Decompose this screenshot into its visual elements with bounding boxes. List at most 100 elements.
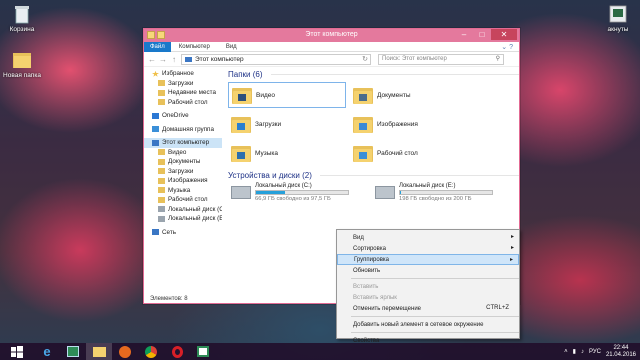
nav-item[interactable]: Загрузки xyxy=(144,167,222,177)
nav-item[interactable]: Домашняя группа xyxy=(144,125,222,135)
application-icon xyxy=(607,4,629,24)
nav-item-label: Рабочий стол xyxy=(168,98,208,106)
context-menu-item[interactable]: Отменить перемещение CTRL+Z xyxy=(337,303,519,314)
desktop-icon-shortcut[interactable]: акнуты xyxy=(596,4,640,33)
back-button[interactable]: ← xyxy=(148,55,156,64)
opera-icon[interactable] xyxy=(164,343,190,360)
submenu-arrow-icon: ▸ xyxy=(510,245,514,251)
desktop-icon-label: Корзина xyxy=(9,26,35,33)
network-icon[interactable]: ▮ xyxy=(573,348,576,355)
folder-item[interactable]: Рабочий стол xyxy=(350,140,468,166)
forward-button[interactable]: → xyxy=(159,55,167,64)
folder-icon xyxy=(232,86,252,104)
nav-item-label: OneDrive xyxy=(162,112,189,120)
chrome-icon[interactable] xyxy=(138,343,164,360)
tab-computer[interactable]: Компьютер xyxy=(171,44,218,50)
up-button[interactable]: ↑ xyxy=(170,55,178,64)
camtasia-icon[interactable] xyxy=(60,343,86,360)
drive-item[interactable]: Локальный диск (E:) 198 ГБ свободно из 20… xyxy=(375,183,493,202)
nav-item[interactable]: Рабочий стол xyxy=(144,195,222,205)
folder-item[interactable]: Документы xyxy=(350,82,468,108)
nav-item[interactable]: Музыка xyxy=(144,186,222,196)
internet-explorer-icon[interactable]: e xyxy=(34,343,60,360)
folder-icon xyxy=(231,144,251,162)
windows-logo-icon xyxy=(11,345,23,358)
tab-file[interactable]: Файл xyxy=(144,41,171,52)
nav-item[interactable]: Документы xyxy=(144,157,222,167)
menu-separator xyxy=(351,332,519,333)
computer-icon xyxy=(185,56,192,62)
drive-usage-bar xyxy=(255,190,349,195)
folder-icon xyxy=(353,144,373,162)
nav-item[interactable]: Избранное xyxy=(144,69,222,79)
close-button[interactable]: ✕ xyxy=(491,29,517,40)
folder-item[interactable]: Загрузки xyxy=(228,111,346,137)
context-menu-item[interactable]: Обновить xyxy=(337,265,519,276)
menu-item-label: Вставить xyxy=(353,283,379,290)
nav-item[interactable]: Этот компьютер xyxy=(144,138,222,148)
search-icon: ⚲ xyxy=(495,55,500,62)
drive-item[interactable]: Локальный диск (C:) 66,9 ГБ свободно из 9… xyxy=(231,183,349,202)
folder-icon xyxy=(152,139,159,146)
nav-item[interactable]: OneDrive xyxy=(144,111,222,121)
network-icon xyxy=(152,229,159,236)
ribbon: Файл Компьютер Вид ⌄ ? xyxy=(144,41,519,52)
star-icon xyxy=(152,70,159,77)
folder-icon xyxy=(152,126,159,133)
context-menu-item[interactable]: Сортировка ▸ xyxy=(337,243,519,254)
nav-item[interactable]: Рабочий стол xyxy=(144,98,222,108)
firefox-icon[interactable] xyxy=(112,343,138,360)
tab-view[interactable]: Вид xyxy=(218,44,245,50)
camtasia-recorder-icon[interactable] xyxy=(190,343,216,360)
nav-item[interactable]: Изображения xyxy=(144,176,222,186)
folder-icon xyxy=(158,196,165,203)
drive-label: Локальный диск (E:) xyxy=(399,183,456,189)
folder-item[interactable]: Видео xyxy=(228,82,346,108)
language-indicator[interactable]: РУС xyxy=(589,349,601,355)
nav-item[interactable]: Локальный диск (E: xyxy=(144,214,222,224)
nav-item-label: Загрузки xyxy=(168,79,194,87)
context-menu-item[interactable]: Добавить новый элемент в сетевое окружен… xyxy=(337,319,519,330)
menu-separator xyxy=(351,278,519,279)
nav-item[interactable]: Загрузки xyxy=(144,79,222,89)
menu-item-label: Вставить ярлык xyxy=(353,294,397,301)
folder-item[interactable]: Изображения xyxy=(350,111,468,137)
context-menu: Вид ▸ Сортировка ▸ Группировка ▸ Обновить Встав… xyxy=(336,229,520,344)
folder-label: Видео xyxy=(256,91,275,99)
volume-icon[interactable]: ♪ xyxy=(581,349,584,355)
context-menu-item[interactable]: Вид ▸ xyxy=(337,232,519,243)
desktop-icon-new-folder[interactable]: Новая папка xyxy=(0,50,44,79)
address-bar[interactable]: Этот компьютер ↻ xyxy=(181,53,371,65)
nav-item[interactable]: Локальный диск (С xyxy=(144,205,222,215)
context-menu-item[interactable]: Группировка ▸ xyxy=(337,254,519,265)
search-placeholder: Поиск: Этот компьютер xyxy=(382,55,447,62)
tray-chevron-icon[interactable]: ˄ xyxy=(564,349,568,355)
nav-item[interactable]: Сеть xyxy=(144,228,222,238)
nav-item[interactable]: Недавние места xyxy=(144,88,222,98)
search-input[interactable]: Поиск: Этот компьютер ⚲ xyxy=(378,53,504,65)
minimize-button[interactable]: – xyxy=(455,29,473,40)
maximize-button[interactable]: □ xyxy=(473,29,491,40)
folder-icon xyxy=(158,177,165,184)
folder-icon xyxy=(158,158,165,165)
nav-item[interactable]: Видео xyxy=(144,148,222,158)
clock[interactable]: 22:44 21.04.2016 xyxy=(606,345,636,359)
nav-item-label: Локальный диск (С xyxy=(168,205,222,213)
nav-item-label: Музыка xyxy=(168,186,191,194)
folder-icon xyxy=(152,112,159,119)
folder-item[interactable]: Музыка xyxy=(228,140,346,166)
menu-shortcut: CTRL+Z xyxy=(486,305,509,311)
drives-group-header[interactable]: Устройства и диски (2) xyxy=(228,170,519,180)
hard-drive-icon xyxy=(231,186,251,199)
desktop-icon-recycle-bin[interactable]: Корзина xyxy=(0,4,44,33)
folder-icon xyxy=(158,80,165,87)
recycle-bin-icon xyxy=(11,4,33,24)
address-bar-row: ← → ↑ Этот компьютер ↻ Поиск: Этот компь… xyxy=(144,52,519,67)
start-button[interactable] xyxy=(0,343,34,360)
title-bar[interactable]: Этот компьютер – □ ✕ xyxy=(144,29,519,42)
file-explorer-icon[interactable] xyxy=(86,343,112,360)
folders-group-header[interactable]: Папки (6) xyxy=(228,69,519,79)
nav-item-label: Домашняя группа xyxy=(162,125,214,133)
ribbon-expand-icon[interactable]: ⌄ ? xyxy=(501,43,513,51)
refresh-icon[interactable]: ↻ xyxy=(362,55,368,63)
